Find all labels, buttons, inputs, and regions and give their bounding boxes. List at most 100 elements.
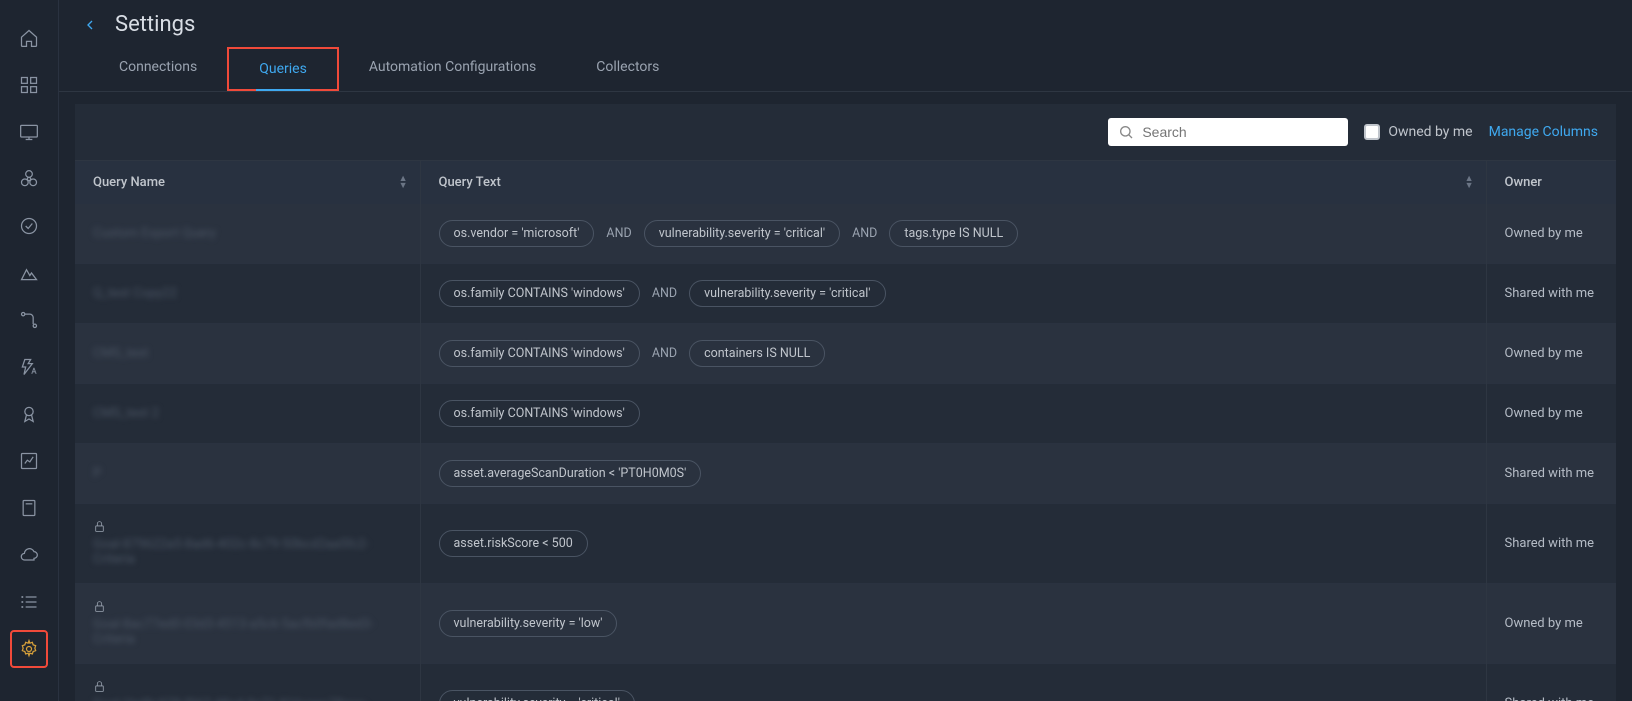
query-condition-pill: tags.type IS NULL	[889, 220, 1018, 247]
tabs-bar: ConnectionsQueriesAutomation Configurati…	[59, 47, 1632, 92]
query-pills: asset.riskScore < 500	[439, 530, 1468, 557]
query-condition-pill: vulnerability.severity = 'critical'	[689, 280, 885, 307]
cell-query-name: Goal-1bd8c978-f962-48a4-8e71-816ceec78ac…	[75, 664, 420, 701]
cell-query-text: os.family CONTAINS 'windows'ANDcontainer…	[420, 324, 1486, 384]
query-condition-pill: vulnerability.severity = 'critical'	[644, 220, 840, 247]
query-operator: AND	[604, 226, 633, 241]
owned-by-me-checkbox[interactable]: Owned by me	[1364, 124, 1472, 140]
page-header: Settings	[59, 0, 1632, 47]
cell-query-name: Goal-8ac77ed0-03d3-4513-a5c6-5acfb0fad8e…	[75, 584, 420, 664]
grid-icon	[19, 75, 39, 95]
nav-home[interactable]	[0, 14, 58, 61]
nav-settings[interactable]	[0, 625, 58, 672]
cell-owner: Shared with me	[1486, 264, 1616, 324]
main-content: Settings ConnectionsQueriesAutomation Co…	[59, 0, 1632, 701]
query-pills: asset.averageScanDuration < 'PT0H0M0S'	[439, 460, 1468, 487]
query-pills: os.vendor = 'microsoft' AND vulnerability.…	[439, 220, 1468, 247]
query-condition-pill: os.family CONTAINS 'windows'	[439, 400, 640, 427]
tab-queries[interactable]: Queries	[227, 47, 339, 91]
table-row[interactable]: Goal-1bd8c978-f962-48a4-8e71-816ceec78ac…	[75, 664, 1616, 701]
search-box[interactable]	[1108, 118, 1348, 146]
nav-mountain[interactable]	[0, 249, 58, 296]
col-header-owner[interactable]: Owner	[1486, 161, 1616, 204]
table-row[interactable]: Q_test Copy22 os.family CONTAINS 'windows…	[75, 264, 1616, 324]
monitor-icon	[19, 122, 39, 142]
nav-flow[interactable]	[0, 296, 58, 343]
left-sidebar: A	[0, 0, 59, 701]
query-name-text: CMS_test	[93, 346, 149, 361]
query-pills: os.family CONTAINS 'windows'	[439, 400, 1468, 427]
cell-query-name: CMS_test 2	[75, 384, 420, 444]
table-row[interactable]: Custom Export Query os.vendor = 'microsof…	[75, 204, 1616, 264]
nav-list[interactable]	[0, 578, 58, 625]
manage-columns-link[interactable]: Manage Columns	[1489, 124, 1598, 140]
table-row[interactable]: CMS_testos.family CONTAINS 'windows'ANDc…	[75, 324, 1616, 384]
check-circle-icon	[19, 216, 39, 236]
nav-badge[interactable]	[0, 390, 58, 437]
lightning-a-icon: A	[19, 357, 39, 377]
query-operator: AND	[650, 346, 679, 361]
query-condition-pill: os.vendor = 'microsoft'	[439, 220, 595, 247]
nav-automation[interactable]: A	[0, 343, 58, 390]
query-pills: os.family CONTAINS 'windows'ANDvulnerabi…	[439, 280, 1468, 307]
back-button[interactable]	[79, 14, 101, 36]
cell-query-text: os.family CONTAINS 'windows'	[420, 384, 1486, 444]
cell-query-name: Q_test Copy22	[75, 264, 420, 324]
query-name-text: Q_test Copy22	[93, 286, 177, 301]
nav-monitor[interactable]	[0, 108, 58, 155]
table-row[interactable]: CMS_test 2 os.family CONTAINS 'windows' Ow…	[75, 384, 1616, 444]
search-input[interactable]	[1142, 124, 1338, 140]
query-operator: AND	[850, 226, 879, 241]
tab-automation-configurations[interactable]: Automation Configurations	[339, 47, 566, 91]
tab-connections[interactable]: Connections	[89, 47, 227, 91]
checkbox-box	[1364, 124, 1380, 140]
search-icon	[1118, 124, 1134, 140]
nav-check[interactable]	[0, 202, 58, 249]
col-header-text[interactable]: Query Text ▲▼	[420, 161, 1486, 204]
lock-icon	[93, 600, 106, 617]
chart-icon	[19, 451, 39, 471]
col-header-name[interactable]: Query Name ▲▼	[75, 161, 420, 204]
cell-query-name: CMS_test	[75, 324, 420, 384]
mountain-icon	[19, 263, 39, 283]
cell-owner: Shared with me	[1486, 664, 1616, 701]
calculator-icon	[19, 498, 39, 518]
cell-owner: Owned by me	[1486, 324, 1616, 384]
cell-query-name: Custom Export Query	[75, 204, 420, 264]
table-row[interactable]: Goal-8ac77ed0-03d3-4513-a5c6-5acfb0fad8e…	[75, 584, 1616, 664]
query-name-text: Goal-879622a5-8ad6-402c-8c79-50bcd2aa5fc…	[93, 537, 402, 567]
cell-query-text: os.vendor = 'microsoft' AND vulnerability.…	[420, 204, 1486, 264]
query-name-text: Custom Export Query	[93, 226, 216, 241]
query-condition-pill: vulnerability.severity = 'low'	[439, 610, 618, 637]
nav-dashboard[interactable]	[0, 61, 58, 108]
lock-icon	[93, 680, 106, 697]
nav-chart[interactable]	[0, 437, 58, 484]
nav-biohazard[interactable]	[0, 155, 58, 202]
tab-collectors[interactable]: Collectors	[566, 47, 689, 91]
query-pills: vulnerability.severity = 'low'	[439, 610, 1468, 637]
cell-query-text: vulnerability.severity = 'low'	[420, 584, 1486, 664]
lock-icon	[93, 520, 106, 537]
query-name-text: P	[93, 466, 101, 481]
cell-query-name: P	[75, 444, 420, 504]
query-name-text: Goal-8ac77ed0-03d3-4513-a5c6-5acfb0fad8e…	[93, 617, 402, 647]
home-icon	[19, 28, 39, 48]
cell-query-text: asset.averageScanDuration < 'PT0H0M0S'	[420, 444, 1486, 504]
cell-owner: Owned by me	[1486, 384, 1616, 444]
cell-query-name: Goal-879622a5-8ad6-402c-8c79-50bcd2aa5fc…	[75, 504, 420, 584]
sort-icon: ▲▼	[1465, 176, 1474, 190]
flow-icon	[19, 310, 39, 330]
query-operator: AND	[650, 286, 679, 301]
query-condition-pill: os.family CONTAINS 'windows'	[439, 340, 640, 367]
badge-icon	[19, 404, 39, 424]
table-row[interactable]: Goal-879622a5-8ad6-402c-8c79-50bcd2aa5fc…	[75, 504, 1616, 584]
table-row[interactable]: Passet.averageScanDuration < 'PT0H0M0S'S…	[75, 444, 1616, 504]
query-condition-pill: asset.riskScore < 500	[439, 530, 588, 557]
cloud-icon	[19, 545, 39, 565]
content-area: Owned by me Manage Columns Query Name ▲▼…	[59, 92, 1632, 701]
queries-table: Query Name ▲▼ Query Text ▲▼ Owner Custom…	[75, 161, 1616, 701]
nav-cloud[interactable]	[0, 531, 58, 578]
nav-calculator[interactable]	[0, 484, 58, 531]
query-condition-pill: vulnerability.severity = 'critical'	[439, 690, 635, 701]
cell-owner: Shared with me	[1486, 504, 1616, 584]
